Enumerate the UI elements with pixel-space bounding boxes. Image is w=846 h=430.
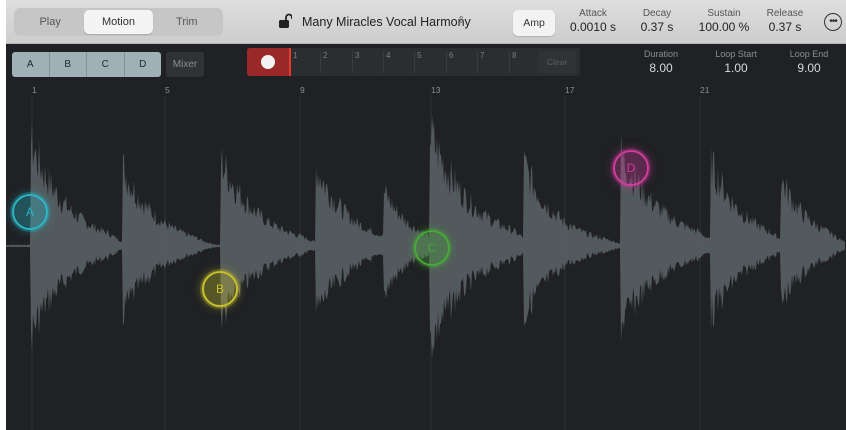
ruler-bar-9: 9 [300,85,305,95]
mode-trim-button[interactable]: Trim [153,10,221,34]
motion-marker-b[interactable]: B [202,271,238,307]
marker-selector: A B C D [12,52,161,77]
step-8[interactable]: 8 [512,51,516,60]
clear-button[interactable]: Clear [538,51,576,73]
attack-value[interactable]: 0.0010 s [562,20,624,34]
preset-chevron-icon[interactable]: ⇕ [457,15,465,26]
ruler-bar-13: 13 [431,85,441,95]
sustain-value[interactable]: 100.00 % [693,20,755,34]
decay-value[interactable]: 0.37 s [633,20,681,34]
loop-start-field[interactable]: Loop Start 1.00 [705,49,767,75]
step-divider [414,51,415,73]
duration-value[interactable]: 8.00 [630,61,692,75]
marker-c-button[interactable]: C [87,52,125,77]
step-3[interactable]: 3 [355,51,359,60]
motion-marker-c[interactable]: C [414,230,450,266]
motion-record-strip: 1 2 3 4 5 6 7 8 Clear [247,48,580,76]
step-divider [509,51,510,73]
step-1[interactable]: 1 [293,51,297,60]
step-divider [320,51,321,73]
amp-button[interactable]: Amp [513,10,555,36]
step-divider [477,51,478,73]
mode-play-button[interactable]: Play [16,10,84,34]
loop-end-label: Loop End [789,49,829,59]
mode-motion-button[interactable]: Motion [84,10,153,34]
step-divider [446,51,447,73]
ruler-bar-5: 5 [165,85,170,95]
decay-param[interactable]: Decay 0.37 s [633,8,681,34]
mode-selector: Play Motion Trim [14,8,223,36]
record-button[interactable] [247,48,289,76]
loop-end-value[interactable]: 9.00 [777,61,841,75]
motion-editor: A B C D Mixer 1 2 3 4 5 6 7 8 Clear Dura… [6,44,846,430]
marker-b-button[interactable]: B [50,52,87,77]
step-4[interactable]: 4 [386,51,390,60]
step-6[interactable]: 6 [449,51,453,60]
motion-marker-a[interactable]: A [12,194,48,230]
sustain-param[interactable]: Sustain 100.00 % [693,8,755,34]
release-label: Release [766,8,804,19]
more-options-icon[interactable]: ••• [824,13,842,31]
record-icon [261,55,275,69]
step-divider [352,51,353,73]
loop-end-field[interactable]: Loop End 9.00 [777,49,841,75]
duration-label: Duration [643,49,679,59]
step-7[interactable]: 7 [480,51,484,60]
ruler-bar-21: 21 [700,85,710,95]
loop-start-label: Loop Start [715,49,757,59]
loop-start-value[interactable]: 1.00 [705,61,767,75]
step-divider [383,51,384,73]
duration-field[interactable]: Duration 8.00 [630,49,692,75]
sustain-label: Sustain [707,8,741,19]
decay-label: Decay [642,8,672,19]
step-5[interactable]: 5 [417,51,421,60]
header-bar: Play Motion Trim Many Miracles Vocal Har… [6,0,846,44]
ruler-bar-17: 17 [565,85,575,95]
marker-a-button[interactable]: A [12,52,50,77]
unlock-icon[interactable] [278,13,292,29]
attack-label: Attack [579,8,607,19]
ruler-bar-1: 1 [32,85,37,95]
mixer-button[interactable]: Mixer [166,52,204,77]
marker-d-button[interactable]: D [125,52,162,77]
attack-param[interactable]: Attack 0.0010 s [562,8,624,34]
preset-name[interactable]: Many Miracles Vocal Harmony [302,15,471,29]
step-2[interactable]: 2 [323,51,327,60]
release-param[interactable]: Release 0.37 s [760,8,810,34]
record-playhead [289,48,291,76]
release-value[interactable]: 0.37 s [760,20,810,34]
motion-marker-d[interactable]: D [613,150,649,186]
